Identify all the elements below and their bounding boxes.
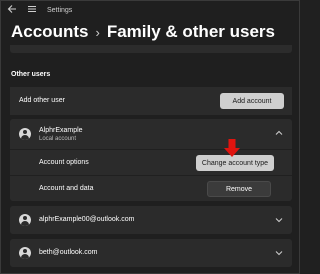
- user-avatar-icon: [19, 247, 31, 259]
- breadcrumb-accounts[interactable]: Accounts: [11, 22, 88, 42]
- user-account-type: Local account: [39, 136, 77, 142]
- previous-section-card: [10, 45, 292, 53]
- title-bar: Settings: [1, 1, 299, 19]
- add-other-user-label: Add other user: [19, 97, 65, 104]
- user-email: beth@outlook.com: [39, 249, 98, 256]
- remove-button[interactable]: Remove: [207, 181, 271, 197]
- back-arrow-icon[interactable]: [7, 4, 23, 17]
- user-row-beth[interactable]: beth@outlook.com: [10, 239, 292, 267]
- breadcrumb-separator: ›: [95, 24, 100, 40]
- user-avatar-icon: [19, 214, 31, 226]
- user-row-alphrexample[interactable]: AlphrExample Local account: [10, 119, 292, 149]
- chevron-up-icon[interactable]: [275, 129, 283, 137]
- add-other-user-row: Add other user Add account: [10, 87, 292, 115]
- breadcrumb: Accounts › Family & other users: [11, 21, 275, 43]
- section-title-other-users: Other users: [11, 71, 51, 78]
- user-name: AlphrExample: [39, 127, 83, 134]
- account-options-label: Account options: [39, 159, 89, 166]
- account-options-row: Account options Change account type: [10, 150, 292, 175]
- settings-window: Settings Accounts › Family & other users…: [0, 0, 300, 274]
- red-down-arrow-icon: [224, 139, 240, 157]
- chevron-down-icon[interactable]: [275, 216, 283, 224]
- account-and-data-row: Account and data Remove: [10, 176, 292, 201]
- window-title: Settings: [47, 6, 73, 14]
- hamburger-menu-icon[interactable]: [27, 4, 41, 17]
- chevron-down-icon[interactable]: [275, 249, 283, 257]
- page-title: Family & other users: [106, 22, 275, 41]
- user-row-alphrexample00[interactable]: alphrExample00@outlook.com: [10, 206, 292, 234]
- user-avatar-icon: [19, 128, 31, 140]
- add-account-button[interactable]: Add account: [220, 93, 284, 109]
- account-and-data-label: Account and data: [39, 185, 94, 192]
- user-email: alphrExample00@outlook.com: [39, 216, 135, 223]
